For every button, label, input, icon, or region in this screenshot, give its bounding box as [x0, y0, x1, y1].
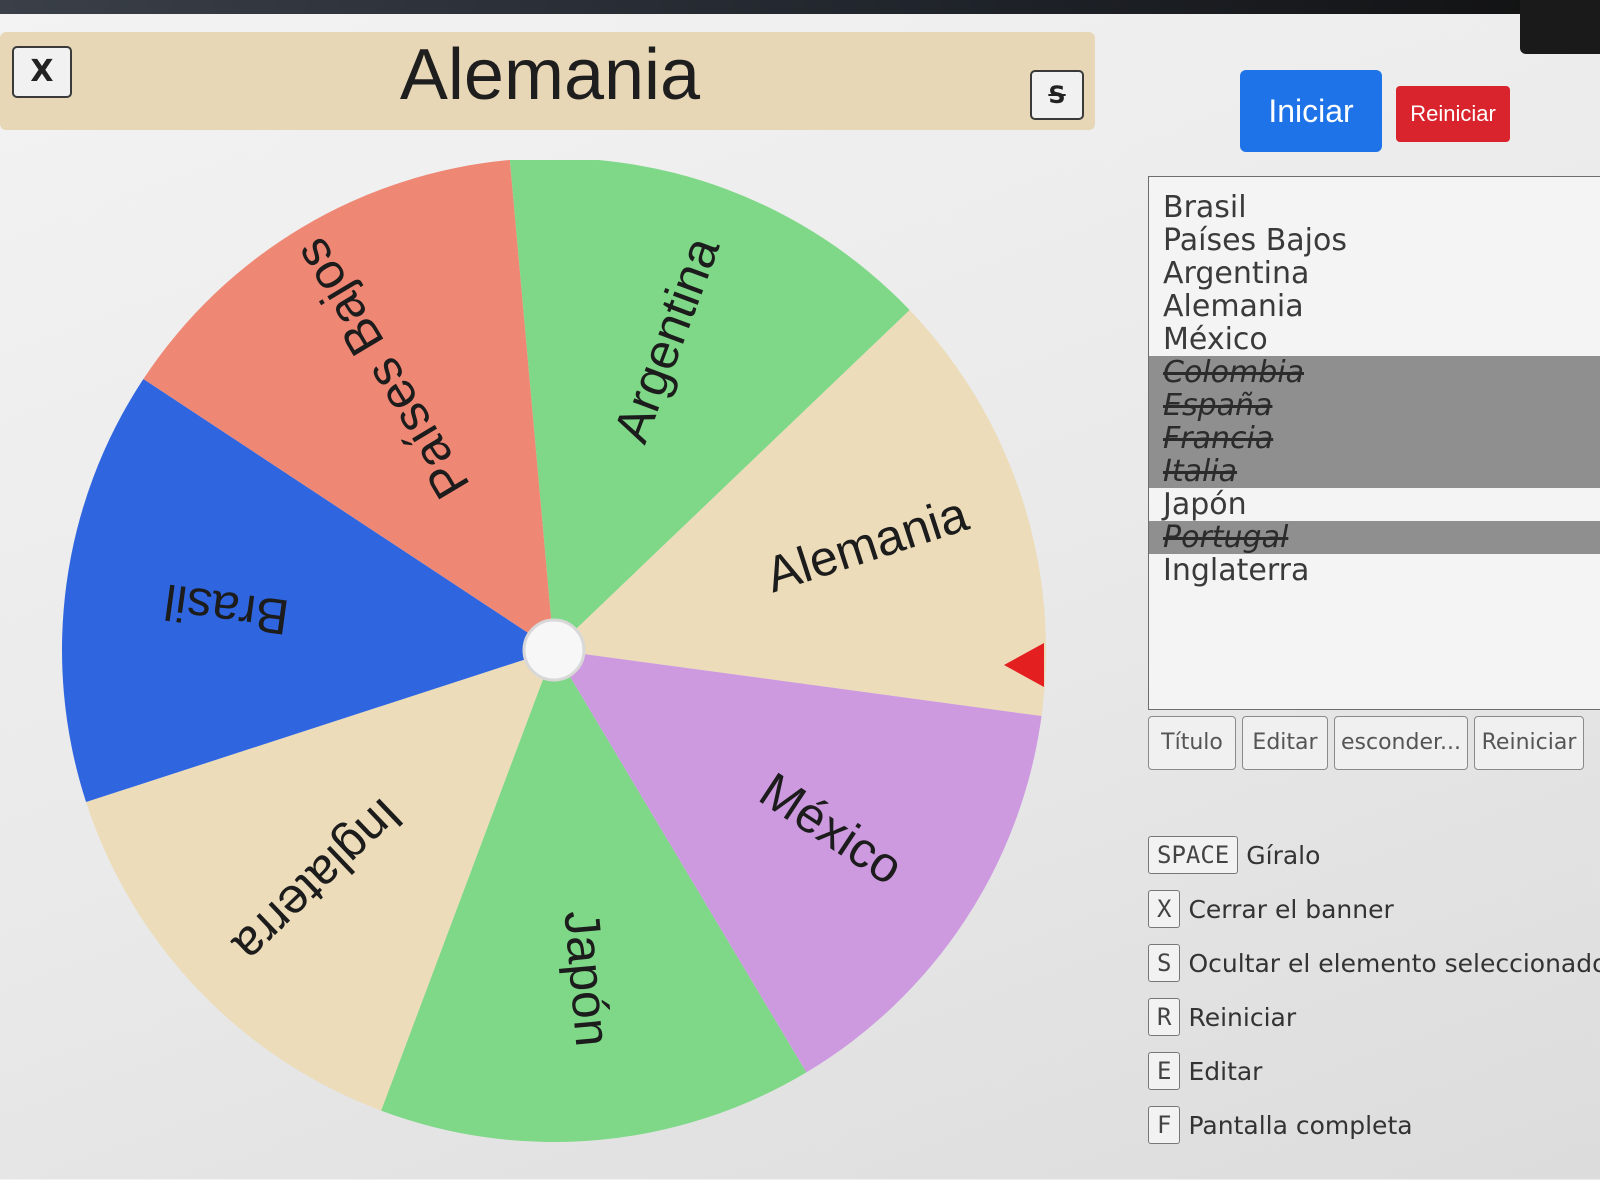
hide-selected-button[interactable]: S [1030, 70, 1084, 120]
shortcut-key: SPACE [1148, 836, 1239, 874]
list-item[interactable]: México [1149, 323, 1600, 356]
shortcut-key: S [1148, 944, 1181, 982]
close-banner-button[interactable]: X [12, 46, 72, 98]
wheel-center-hub [522, 618, 586, 682]
hide-button[interactable]: esconder... [1334, 716, 1468, 770]
shortcut-row: X Cerrar el banner [1148, 890, 1394, 928]
entries-list-items: Brasil Países Bajos Argentina Alemania Méxic… [1149, 177, 1600, 587]
window-corner [1520, 0, 1600, 54]
reset-button[interactable]: Reiniciar [1396, 86, 1510, 142]
window-top-bar [0, 0, 1600, 54]
banner-title: Alemania [399, 35, 701, 115]
shortcut-key: X [1148, 890, 1181, 928]
shortcut-row: R Reiniciar [1148, 998, 1296, 1036]
shortcut-description: Gíralo [1246, 840, 1321, 870]
shortcut-description: Editar [1188, 1056, 1263, 1086]
shortcut-description: Cerrar el banner [1188, 894, 1394, 924]
list-item[interactable]: Alemania [1149, 290, 1600, 323]
shortcut-description: Ocultar el elemento seleccionado [1188, 948, 1600, 978]
list-item[interactable]: Países Bajos [1149, 224, 1600, 257]
title-button[interactable]: Título [1148, 716, 1236, 770]
list-item[interactable]: Francia [1149, 422, 1600, 455]
shortcut-row: E Editar [1148, 1052, 1262, 1090]
shortcut-row: F Pantalla completa [1148, 1106, 1413, 1144]
entries-list[interactable]: Brasil Países Bajos Argentina Alemania Méxic… [1148, 176, 1600, 710]
shortcut-key: F [1148, 1106, 1181, 1144]
list-item[interactable]: Brasil [1149, 191, 1600, 224]
shortcut-row: S Ocultar el elemento seleccionado [1148, 944, 1600, 982]
list-item[interactable]: España [1149, 389, 1600, 422]
wheel-pointer-icon [1004, 643, 1044, 687]
reset-list-button[interactable]: Reiniciar [1474, 716, 1584, 770]
shortcut-key: E [1148, 1052, 1181, 1090]
list-item[interactable]: Inglaterra [1149, 554, 1600, 587]
edit-button[interactable]: Editar [1242, 716, 1328, 770]
shortcut-row: SPACE Gíralo [1148, 836, 1320, 874]
shortcut-key: R [1148, 998, 1181, 1036]
shortcut-description: Reiniciar [1188, 1002, 1297, 1032]
spin-wheel[interactable]: AlemaniaMéxicoJapónInglaterraBrasilPaíse… [44, 160, 1064, 1180]
list-item[interactable]: Colombia [1149, 356, 1600, 389]
shortcut-description: Pantalla completa [1188, 1110, 1413, 1140]
start-button[interactable]: Iniciar [1240, 70, 1382, 152]
list-item[interactable]: Argentina [1149, 257, 1600, 290]
list-item[interactable]: Portugal [1149, 521, 1600, 554]
list-item[interactable]: Italia [1149, 455, 1600, 488]
list-item[interactable]: Japón [1149, 488, 1600, 521]
